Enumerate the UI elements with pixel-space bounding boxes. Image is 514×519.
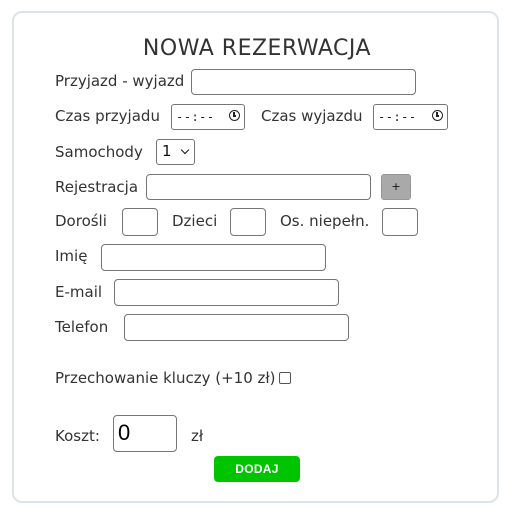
chevron-down-icon — [180, 145, 190, 155]
disabled-persons-input[interactable] — [382, 208, 418, 236]
name-input[interactable] — [101, 244, 326, 271]
cars-selected-value: 1 — [162, 142, 172, 160]
arrival-time-value: --:-- — [176, 110, 215, 124]
registration-input[interactable] — [146, 174, 371, 200]
arrival-time-label: Czas przyjadu — [55, 107, 160, 125]
registration-label: Rejestracja — [55, 178, 139, 196]
add-plate-button[interactable]: + — [381, 174, 411, 200]
cars-label: Samochody — [55, 143, 143, 161]
disabled-persons-label: Os. niepełn. — [280, 212, 370, 230]
departure-time-input[interactable]: --:-- — [373, 104, 448, 130]
key-storage-checkbox[interactable] — [279, 372, 291, 384]
phone-label: Telefon — [55, 318, 109, 336]
currency-label: zł — [191, 427, 204, 445]
children-input[interactable] — [230, 208, 266, 236]
email-label: E-mail — [55, 283, 103, 301]
departure-time-label: Czas wyjazdu — [261, 107, 363, 125]
email-input[interactable] — [114, 279, 339, 306]
key-storage-label: Przechowanie kluczy (+10 zł) — [55, 369, 276, 387]
cars-select[interactable]: 1 — [156, 139, 195, 165]
stay-dates-input[interactable] — [191, 69, 416, 95]
departure-time-value: --:-- — [378, 110, 417, 124]
clock-icon — [432, 110, 443, 121]
arrival-time-input[interactable]: --:-- — [171, 104, 245, 130]
adults-input[interactable] — [122, 208, 158, 236]
clock-icon — [229, 110, 240, 121]
submit-button[interactable]: DODAJ — [214, 456, 300, 482]
cost-input[interactable]: 0 — [113, 415, 177, 452]
phone-input[interactable] — [124, 314, 349, 341]
stay-dates-label: Przyjazd - wyjazd — [55, 72, 185, 90]
page-title: NOWA REZERWACJA — [142, 36, 372, 61]
cost-label: Koszt: — [55, 427, 100, 445]
adults-label: Dorośli — [55, 212, 107, 230]
name-label: Imię — [55, 247, 88, 265]
children-label: Dzieci — [172, 212, 218, 230]
